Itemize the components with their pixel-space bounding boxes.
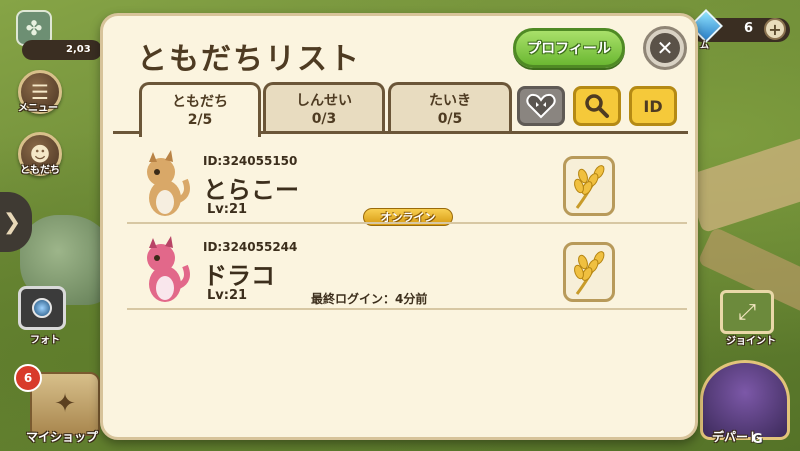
friend-name: ドラコ xyxy=(203,262,275,290)
friend-row[interactable]: ID:324055150 とらこー Lv:21 オンライン xyxy=(127,144,687,228)
joint-label: ジョイント xyxy=(726,336,776,347)
tab-pending[interactable]: たいき 0/5 xyxy=(388,82,512,134)
photo-label: フォト xyxy=(30,335,60,346)
tab-pending-count: 0/5 xyxy=(437,110,463,127)
tab-friends-count: 2/5 xyxy=(187,112,213,128)
tab-requests[interactable]: しんせい 0/3 xyxy=(263,82,385,134)
gem-label: ム xyxy=(700,41,710,51)
photo-button[interactable] xyxy=(18,286,66,330)
friend-level: Lv:21 xyxy=(207,288,248,303)
friend-row[interactable]: ID:324055244 ドラコ Lv:21 最終ログイン：4分前 xyxy=(127,230,687,314)
row-divider xyxy=(127,222,687,224)
friend-name: とらこー xyxy=(203,176,299,204)
dirt-path xyxy=(684,126,800,234)
watermark-logo: G xyxy=(752,432,763,447)
last-login-status: 最終ログイン：4分前 xyxy=(311,292,428,306)
search-icon xyxy=(585,94,609,118)
add-gems-button[interactable]: + xyxy=(764,18,786,40)
resource-count: 2,03 xyxy=(66,44,91,55)
favorite-filter-button[interactable] xyxy=(517,86,565,126)
tab-friends[interactable]: ともだち 2/5 xyxy=(139,82,261,137)
tab-friends-label: ともだち xyxy=(172,94,228,110)
shop-bag-icon: ✦ xyxy=(54,389,76,419)
gem-count: 6 xyxy=(744,21,754,36)
tab-requests-label: しんせい xyxy=(296,92,352,109)
profile-button[interactable]: プロフィール xyxy=(513,28,625,68)
send-wheat-button[interactable] xyxy=(563,242,615,302)
close-icon: ✕ xyxy=(650,33,680,63)
id-search-button[interactable]: ID xyxy=(629,86,677,126)
joint-icon: ⤢ xyxy=(738,299,756,325)
search-button[interactable] xyxy=(573,86,621,126)
wheat-icon xyxy=(574,165,605,209)
close-button[interactable]: ✕ xyxy=(643,26,687,70)
friends-list-dialog: ともだちリスト プロフィール ✕ ともだち 2/5 しんせい 0/3 たいき 0… xyxy=(100,13,698,440)
send-wheat-button[interactable] xyxy=(563,156,615,216)
dialog-title: ともだちリスト xyxy=(137,42,361,77)
row-divider xyxy=(127,308,687,310)
friend-id: ID:324055244 xyxy=(203,240,298,254)
heart-icon xyxy=(526,93,556,119)
chevron-right-icon: ❯ xyxy=(2,209,22,235)
camera-icon xyxy=(32,298,52,318)
friend-id: ID:324055150 xyxy=(203,154,298,168)
dragon-avatar-icon xyxy=(147,236,190,302)
friends-label: ともだち xyxy=(20,165,60,176)
shop-label: マイショップ xyxy=(26,430,99,444)
shop-notification-badge: 6 xyxy=(14,364,42,392)
tab-requests-count: 0/3 xyxy=(311,110,337,127)
tab-pending-label: たいき xyxy=(429,92,471,109)
menu-label: メニュー xyxy=(18,103,58,114)
joint-button[interactable]: ⤢ xyxy=(720,290,774,334)
friend-level: Lv:21 xyxy=(207,202,248,217)
wheat-icon xyxy=(574,251,605,295)
dragon-avatar-icon xyxy=(147,150,190,216)
